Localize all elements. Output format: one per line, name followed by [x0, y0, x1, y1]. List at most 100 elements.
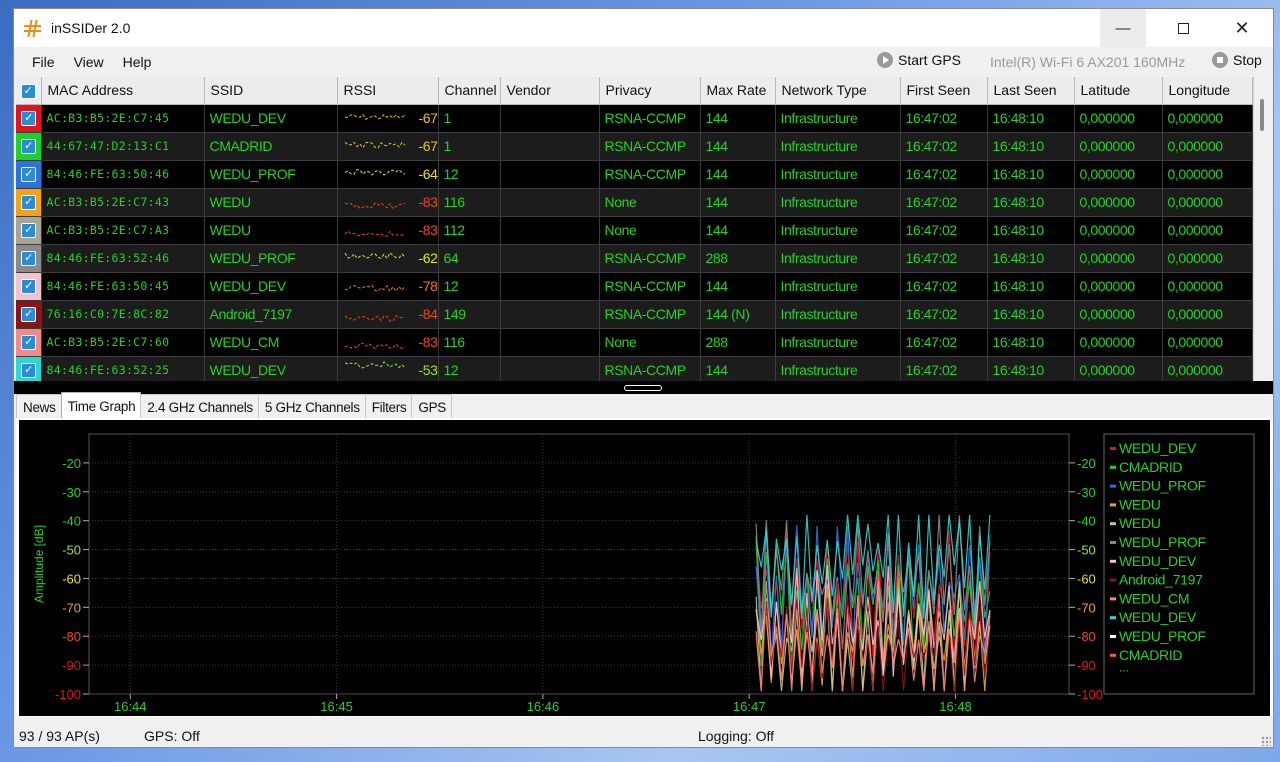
cell-network-type: Infrastructure	[775, 244, 901, 273]
checkbox-icon[interactable]: ✓	[21, 110, 36, 126]
cell-longitude: 0,000000	[1162, 188, 1253, 217]
menu-file[interactable]: File	[23, 54, 65, 70]
legend-label: Android_7197	[1119, 572, 1203, 588]
close-button[interactable]: ✕	[1219, 9, 1265, 47]
y-tick-label-right: -60	[1077, 571, 1096, 586]
tab-filters[interactable]: Filters	[364, 394, 413, 418]
maximize-button[interactable]	[1160, 9, 1206, 47]
table-row[interactable]: ✓ AC:B3:B5:2E:C7:A3 WEDU -83 112 None 144 Infra…	[16, 216, 1253, 245]
row-select[interactable]: ✓	[16, 300, 42, 329]
cell-last-seen: 16:48:10	[987, 132, 1075, 161]
row-select[interactable]: ✓	[16, 272, 42, 301]
row-select[interactable]: ✓	[16, 328, 42, 357]
table-row[interactable]: ✓ 44:67:47:D2:13:C1 CMADRID -67 1 RSNA-CCMP 14…	[16, 132, 1253, 161]
table-header: ✓ MAC Address SSID RSSI Channel Vendor P…	[16, 77, 1253, 105]
cell-privacy: RSNA-CCMP	[599, 104, 701, 133]
adapter-select[interactable]: Intel(R) Wi-Fi 6 AX201 160MHz	[990, 54, 1185, 70]
cell-ssid: WEDU_DEV	[204, 272, 338, 301]
cell-max-rate: 144	[700, 160, 776, 189]
start-gps-button[interactable]: Start GPS	[877, 52, 961, 68]
tab-5ghz-channels[interactable]: 5 GHz Channels	[257, 394, 366, 418]
row-select[interactable]: ✓	[16, 244, 42, 273]
cell-privacy: RSNA-CCMP	[599, 300, 701, 329]
menu-view[interactable]: View	[65, 54, 114, 70]
cell-longitude: 0,000000	[1162, 328, 1253, 357]
col-vendor[interactable]: Vendor	[500, 77, 600, 105]
row-select[interactable]: ✓	[16, 216, 42, 245]
checkbox-icon[interactable]: ✓	[21, 362, 36, 378]
legend-label: WEDU_DEV	[1119, 553, 1197, 569]
cell-max-rate: 144	[700, 356, 776, 381]
select-all-checkbox[interactable]: ✓	[16, 77, 42, 105]
col-longitude[interactable]: Longitude	[1162, 77, 1253, 105]
minimize-button[interactable]: —	[1100, 9, 1146, 47]
tab-24ghz-channels[interactable]: 2.4 GHz Channels	[140, 394, 259, 418]
row-select[interactable]: ✓	[16, 160, 42, 189]
splitter-handle[interactable]	[624, 385, 662, 391]
table-row[interactable]: ✓ AC:B3:B5:2E:C7:43 WEDU -83 116 None 144 Infra…	[16, 188, 1253, 217]
checkbox-icon[interactable]: ✓	[21, 306, 36, 322]
row-select[interactable]: ✓	[16, 356, 42, 381]
stop-button[interactable]: Stop	[1212, 52, 1262, 68]
col-max-rate[interactable]: Max Rate	[700, 77, 776, 105]
cell-ssid: WEDU_DEV	[204, 356, 338, 381]
table-row[interactable]: ✓ 84:46:FE:63:52:46 WEDU_PROF -62 64 RSNA-CCM…	[16, 244, 1253, 273]
col-last-seen[interactable]: Last Seen	[987, 77, 1075, 105]
col-channel[interactable]: Channel	[438, 77, 501, 105]
cell-longitude: 0,000000	[1162, 216, 1253, 245]
y-tick-label-right: -100	[1077, 687, 1103, 702]
checkbox-icon[interactable]: ✓	[21, 138, 36, 154]
title-bar[interactable]: inSSIDer 2.0 — ✕	[14, 9, 1273, 47]
tab-news[interactable]: News	[16, 394, 62, 418]
cell-latitude: 0,000000	[1074, 356, 1163, 381]
status-bar: 93 / 93 AP(s) GPS: Off Logging: Off	[14, 723, 1273, 747]
cell-last-seen: 16:48:10	[987, 244, 1075, 273]
menu-help[interactable]: Help	[114, 54, 162, 70]
checkbox-icon[interactable]: ✓	[21, 278, 36, 294]
checkbox-icon[interactable]: ✓	[21, 222, 36, 238]
cell-network-type: Infrastructure	[775, 272, 901, 301]
resize-grip[interactable]	[1261, 736, 1271, 746]
cell-vendor	[500, 216, 600, 245]
col-network-type[interactable]: Network Type	[775, 77, 901, 105]
tab-time-graph[interactable]: Time Graph	[60, 392, 142, 418]
start-gps-label: Start GPS	[898, 52, 962, 68]
checkbox-icon[interactable]: ✓	[21, 194, 36, 210]
cell-latitude: 0,000000	[1074, 244, 1163, 273]
network-grid: ✓ MAC Address SSID RSSI Channel Vendor P…	[16, 77, 1272, 381]
y-tick-label-right: -30	[1077, 485, 1096, 500]
y-tick-label-left: -60	[62, 571, 81, 586]
row-select[interactable]: ✓	[16, 104, 42, 133]
col-privacy[interactable]: Privacy	[599, 77, 701, 105]
menu-bar: File View Help Start GPS Intel(R) Wi-Fi …	[14, 47, 1273, 77]
col-mac[interactable]: MAC Address	[41, 77, 205, 105]
cell-ssid: WEDU_DEV	[204, 104, 338, 133]
cell-last-seen: 16:48:10	[987, 216, 1075, 245]
checkbox-icon[interactable]: ✓	[21, 334, 36, 350]
table-row[interactable]: ✓ 84:46:FE:63:52:25 WEDU_DEV -53 12 RSNA-CCMP…	[16, 356, 1253, 381]
table-row[interactable]: ✓ AC:B3:B5:2E:C7:45 WEDU_DEV -67 1 RSNA-CCMP 1…	[16, 104, 1253, 133]
cell-privacy: RSNA-CCMP	[599, 272, 701, 301]
table-row[interactable]: ✓ 84:46:FE:63:50:45 WEDU_DEV -78 12 RSNA-CCMP…	[16, 272, 1253, 301]
tab-gps[interactable]: GPS	[411, 394, 452, 418]
cell-max-rate: 144	[700, 132, 776, 161]
y-tick-label-left: -70	[62, 600, 81, 615]
table-row[interactable]: ✓ 76:16:C0:7E:8C:82 Android_7197 -84 149 RSNA…	[16, 300, 1253, 329]
table-row[interactable]: ✓ AC:B3:B5:2E:C7:60 WEDU_CM -83 116 None 288 In…	[16, 328, 1253, 357]
row-select[interactable]: ✓	[16, 132, 42, 161]
cell-network-type: Infrastructure	[775, 216, 901, 245]
rssi-sparkline	[344, 141, 405, 149]
col-ssid[interactable]: SSID	[204, 77, 338, 105]
row-select[interactable]: ✓	[16, 188, 42, 217]
scrollbar-thumb[interactable]	[1260, 99, 1264, 131]
col-latitude[interactable]: Latitude	[1074, 77, 1163, 105]
pane-splitter[interactable]	[14, 381, 1273, 394]
col-first-seen[interactable]: First Seen	[900, 77, 988, 105]
col-rssi[interactable]: RSSI	[337, 77, 439, 105]
table-scrollbar[interactable]	[1253, 77, 1272, 381]
checkbox-icon[interactable]: ✓	[21, 250, 36, 266]
y-axis-label: Amplitude [dB]	[32, 525, 46, 603]
table-row[interactable]: ✓ 84:46:FE:63:50:46 WEDU_PROF -64 12 RSNA-CCM…	[16, 160, 1253, 189]
cell-vendor	[500, 328, 600, 357]
checkbox-icon[interactable]: ✓	[21, 166, 36, 182]
